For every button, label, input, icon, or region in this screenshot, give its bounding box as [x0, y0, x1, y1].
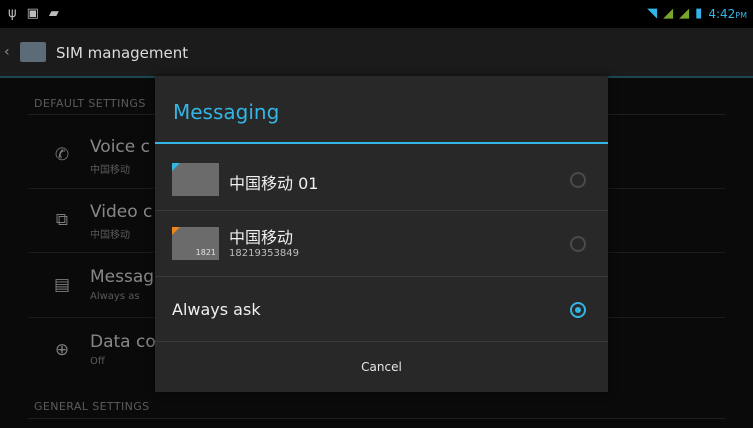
option-label: 中国移动 01 [229, 174, 319, 193]
sim-card-icon [172, 163, 219, 196]
option-subtitle: 18219353849 [229, 248, 299, 259]
wifi-icon: ◥ [647, 6, 658, 21]
divider [155, 276, 608, 277]
option-label: Always ask [172, 300, 261, 319]
option-sim1[interactable]: 中国移动 01 [155, 148, 608, 212]
notification-icon: ▣ [26, 6, 39, 21]
option-label: 中国移动 [229, 228, 294, 247]
radio-sim1[interactable] [570, 172, 586, 188]
signal-icon: ◢ [679, 6, 690, 21]
battery-icon: ▮ [695, 6, 703, 21]
clock: 4:42PM [708, 7, 747, 21]
sim-slot-indicator [172, 163, 180, 171]
dialog-title: Messaging [173, 100, 280, 124]
signal-icon: ◢ [663, 6, 674, 21]
back-icon[interactable]: ‹ [4, 44, 10, 60]
radio-always-ask[interactable] [570, 302, 586, 318]
page-title: SIM management [56, 44, 189, 62]
usb-icon: ψ [8, 6, 17, 21]
sim-card-icon[interactable] [20, 42, 46, 62]
option-sim2[interactable]: 1821 中国移动 18219353849 [155, 212, 608, 276]
divider [155, 210, 608, 211]
sim-card-icon: 1821 [172, 227, 219, 260]
messaging-dialog: Messaging 中国移动 01 1821 中国移动 18219353849 … [155, 76, 608, 392]
sim-slot-indicator [172, 227, 180, 235]
cancel-button[interactable]: Cancel [155, 342, 608, 392]
sim-number-label: 1821 [195, 248, 216, 257]
option-always-ask[interactable]: Always ask [155, 278, 608, 342]
dialog-title-divider [155, 142, 608, 144]
radio-sim2[interactable] [570, 236, 586, 252]
sms-icon: ▰ [48, 6, 59, 21]
status-bar: ψ ▣ ▰ ◥ ◢ ◢ ▮ 4:42PM [0, 0, 753, 28]
action-bar: ‹ SIM management [0, 28, 753, 78]
